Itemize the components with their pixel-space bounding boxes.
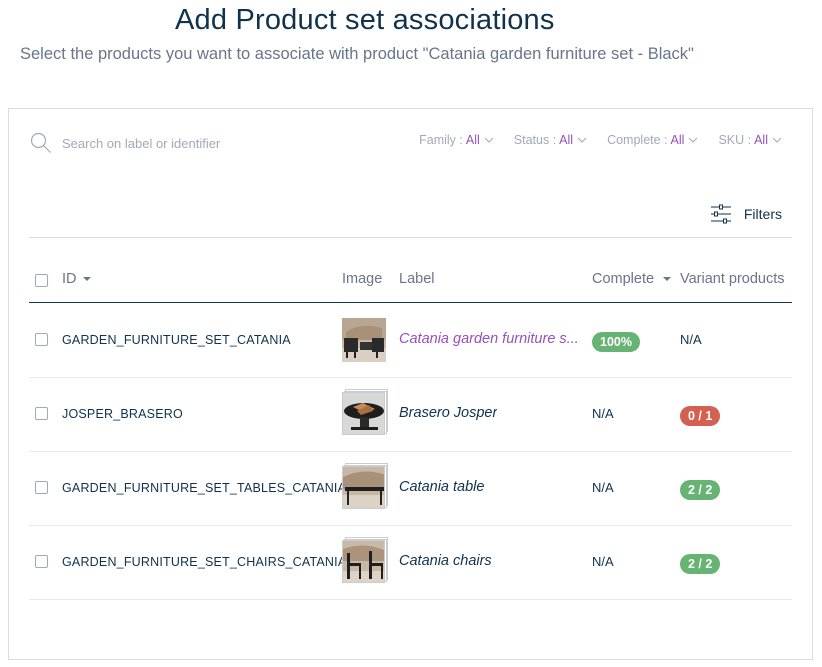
variant-badge: 0 / 1 <box>680 406 721 426</box>
filter-family-label: Family <box>419 133 456 147</box>
row-label-link[interactable]: Catania garden furniture s... <box>399 331 579 347</box>
filters-button-label: Filters <box>743 206 782 222</box>
select-all-checkbox[interactable] <box>35 274 48 287</box>
divider <box>29 237 792 238</box>
row-label: Catania table <box>399 479 485 495</box>
table-row[interactable]: GARDEN_FURNITURE_SET_TABLES_CATANIA Cata… <box>29 452 792 526</box>
row-label: Brasero Josper <box>399 405 498 421</box>
product-thumbnail <box>342 318 386 362</box>
column-header-image: Image <box>342 271 383 287</box>
table-row[interactable]: GARDEN_FURNITURE_SET_CHAIRS_CATANIA Cata… <box>29 526 792 600</box>
chevron-down-icon <box>689 137 698 143</box>
column-header-variant: Variant products <box>680 271 785 287</box>
column-header-id-label: ID <box>62 271 77 287</box>
completeness-badge: 100% <box>592 332 640 352</box>
row-variant: N/A <box>680 332 702 347</box>
row-checkbox[interactable] <box>35 407 48 420</box>
filter-bar: Family : All Status : All Complete : All SK… <box>419 133 782 147</box>
chevron-down-icon <box>577 137 587 143</box>
row-id: GARDEN_FURNITURE_SET_TABLES_CATANIA <box>62 481 347 495</box>
chevron-down-icon <box>484 137 494 143</box>
row-checkbox[interactable] <box>35 555 48 568</box>
product-thumbnail-stack <box>342 537 388 584</box>
chevron-down-icon <box>772 137 782 143</box>
row-variant: 0 / 1 <box>680 406 721 426</box>
product-picker-panel: Search on label or identifier Family : Al… <box>8 108 813 660</box>
filter-complete-value: All <box>670 133 685 147</box>
page-subtitle: Select the products you want to associat… <box>20 45 694 63</box>
row-checkbox[interactable] <box>35 333 48 346</box>
search-input[interactable]: Search on label or identifier <box>62 136 220 151</box>
filter-status[interactable]: Status : All <box>514 133 587 147</box>
product-thumbnail-stack <box>342 389 388 436</box>
filters-button[interactable]: Filters <box>710 204 782 224</box>
row-complete: N/A <box>592 554 614 569</box>
row-checkbox[interactable] <box>35 481 48 494</box>
product-thumbnail <box>342 540 385 583</box>
row-complete: N/A <box>592 406 614 421</box>
search-icon <box>30 132 51 153</box>
column-header-label[interactable]: Label <box>399 271 434 287</box>
row-variant: 2 / 2 <box>680 480 721 500</box>
filter-sku-value: All <box>754 133 768 147</box>
variant-badge: 2 / 2 <box>680 480 721 500</box>
table-row[interactable]: GARDEN_FURNITURE_SET_CATANIA Catania gar… <box>29 304 792 378</box>
product-thumbnail-stack <box>342 463 388 510</box>
product-thumbnail <box>342 466 385 509</box>
filter-sku[interactable]: SKU : All <box>718 133 782 147</box>
variant-badge: 2 / 2 <box>680 554 721 574</box>
row-id: GARDEN_FURNITURE_SET_CHAIRS_CATANIA <box>62 555 347 569</box>
row-label: Catania chairs <box>399 553 492 569</box>
filter-family-value: All <box>465 133 480 147</box>
search-bar[interactable]: Search on label or identifier <box>30 132 220 154</box>
sliders-icon <box>710 204 731 224</box>
row-id: JOSPER_BRASERO <box>62 407 183 421</box>
filter-status-label: Status <box>513 133 550 147</box>
sort-caret-icon <box>663 277 672 282</box>
product-thumbnail <box>342 392 385 435</box>
row-id: GARDEN_FURNITURE_SET_CATANIA <box>62 333 291 347</box>
column-header-complete-label: Complete <box>592 271 655 287</box>
sort-caret-icon <box>82 277 91 282</box>
filter-family[interactable]: Family : All <box>419 133 494 147</box>
column-header-complete[interactable]: Complete <box>592 271 672 287</box>
table-header: ID Image Label Complete Variant products <box>29 259 792 303</box>
filter-status-value: All <box>559 133 574 147</box>
row-variant: 2 / 2 <box>680 554 721 574</box>
row-complete: N/A <box>592 480 614 495</box>
column-header-id[interactable]: ID <box>62 271 91 287</box>
filter-sku-label: SKU <box>718 133 745 147</box>
filter-complete-label: Complete <box>607 133 661 147</box>
page-title: Add Product set associations <box>175 4 555 36</box>
filter-complete[interactable]: Complete : All <box>607 133 698 147</box>
table-row[interactable]: JOSPER_BRASERO Brasero Josper N/A 0 / 1 <box>29 378 792 452</box>
row-complete: 100% <box>592 332 640 352</box>
